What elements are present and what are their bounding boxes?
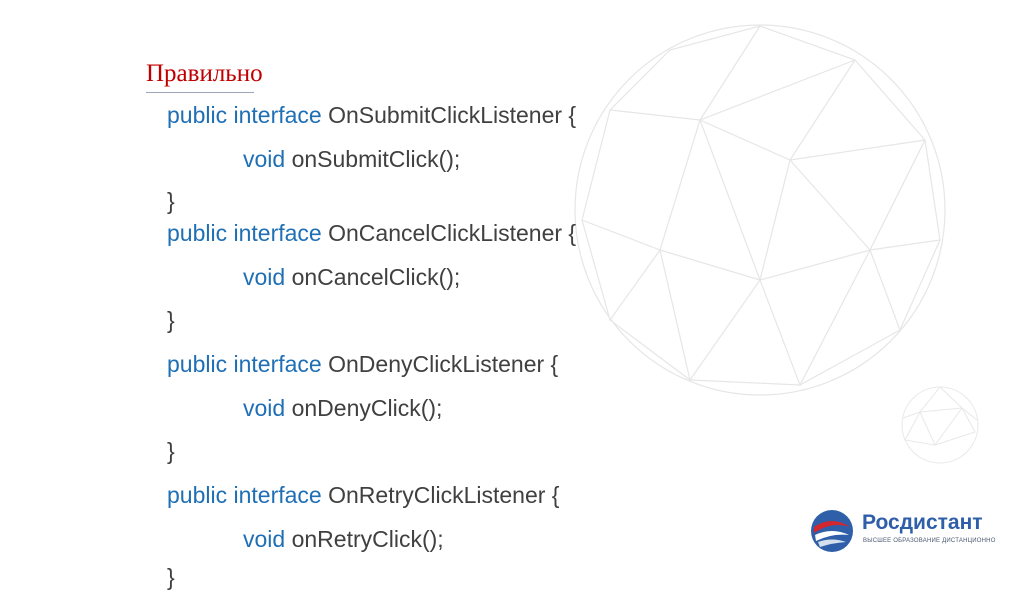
code-text: } bbox=[167, 564, 175, 590]
code-text: OnRetryClickListener { bbox=[328, 482, 560, 508]
code-text: onSubmitClick(); bbox=[291, 146, 461, 172]
code-text: onCancelClick(); bbox=[291, 264, 461, 290]
code-line: } bbox=[167, 186, 175, 216]
keyword: void bbox=[243, 526, 286, 552]
slide-title: Правильно bbox=[146, 60, 263, 87]
code-text: onDenyClick(); bbox=[291, 395, 443, 421]
keyword: void bbox=[243, 264, 286, 290]
code-line: } bbox=[167, 562, 175, 592]
code-line: public interface OnSubmitClickListener { bbox=[167, 100, 576, 130]
code-line: void onDenyClick(); bbox=[243, 393, 442, 423]
code-line: public interface OnCancelClickListener { bbox=[167, 218, 576, 248]
code-line: } bbox=[167, 305, 175, 335]
keyword: void bbox=[243, 146, 286, 172]
keyword: public bbox=[167, 102, 228, 128]
logo-name: Росдистант bbox=[862, 511, 983, 534]
code-text: OnDenyClickListener { bbox=[328, 351, 559, 377]
code-text: onRetryClick(); bbox=[291, 526, 444, 552]
keyword: interface bbox=[233, 351, 322, 377]
code-line: void onSubmitClick(); bbox=[243, 144, 460, 174]
code-text: } bbox=[167, 188, 175, 214]
logo-tagline: ВЫСШЕЕ ОБРАЗОВАНИЕ ДИСТАНЦИОННО bbox=[863, 538, 996, 544]
code-line: public interface OnDenyClickListener { bbox=[167, 349, 558, 379]
code-text: OnCancelClickListener { bbox=[328, 220, 577, 246]
code-line: } bbox=[167, 436, 175, 466]
keyword: interface bbox=[233, 482, 322, 508]
code-text: } bbox=[167, 438, 175, 464]
title-underline bbox=[146, 92, 254, 93]
code-line: void onRetryClick(); bbox=[243, 524, 444, 554]
rosdistant-logo: Росдистант ВЫСШЕЕ ОБРАЗОВАНИЕ ДИСТАНЦИОН… bbox=[808, 507, 998, 557]
code-block: public interface OnSubmitClickListener {… bbox=[167, 0, 576, 590]
keyword: public bbox=[167, 351, 228, 377]
code-text: } bbox=[167, 307, 175, 333]
keyword: interface bbox=[233, 102, 322, 128]
keyword: void bbox=[243, 395, 286, 421]
code-text: OnSubmitClickListener { bbox=[328, 102, 577, 128]
code-line: public interface OnRetryClickListener { bbox=[167, 480, 559, 510]
code-line: void onCancelClick(); bbox=[243, 262, 460, 292]
keyword: public bbox=[167, 220, 228, 246]
keyword: public bbox=[167, 482, 228, 508]
keyword: interface bbox=[233, 220, 322, 246]
logo-emblem-icon bbox=[811, 510, 853, 552]
